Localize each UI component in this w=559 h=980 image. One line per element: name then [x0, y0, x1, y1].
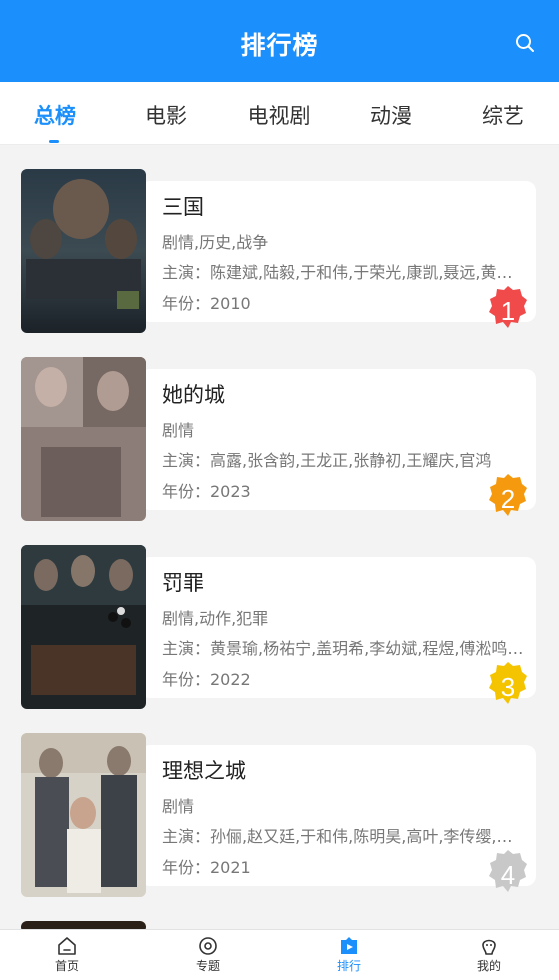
nav-topics-label: 专题 [195, 959, 220, 973]
item-title: 理想之城 [162, 759, 246, 783]
nav-home-label: 首页 [54, 959, 79, 973]
home-icon [58, 937, 76, 955]
rank-icon [341, 937, 357, 954]
item-title: 罚罪 [162, 571, 204, 595]
poster-image [21, 169, 146, 333]
nav-home[interactable]: 首页 [17, 936, 117, 974]
rank-badge: 3 [488, 660, 528, 708]
page-title: 排行榜 [240, 31, 319, 60]
topic-icon [199, 937, 217, 955]
list-item[interactable]: 她的城 剧情 主演：高露,张含韵,王龙正,张静初,王耀庆,官鸿 年份：2023 … [0, 357, 559, 527]
poster-image [21, 545, 146, 709]
poster-image [21, 733, 146, 897]
nav-profile[interactable]: 我的 [439, 936, 539, 974]
app-header: 排行榜 [0, 0, 559, 82]
category-tabs: 总榜 电影 电视剧 动漫 综艺 [0, 82, 559, 145]
tab-movies[interactable]: 电影 [111, 100, 221, 130]
rank-number: 1 [500, 296, 516, 326]
rank-badge: 2 [488, 472, 528, 520]
list-item[interactable]: 理想之城 剧情 主演：孙俪,赵又廷,于和伟,陈明昊,高叶,李传缨,… 年份：20… [0, 733, 559, 903]
item-cast: 主演：孙俪,赵又廷,于和伟,陈明昊,高叶,李传缨,… [162, 827, 513, 846]
nav-topics[interactable]: 专题 [158, 936, 258, 974]
item-title: 三国 [162, 195, 204, 219]
nav-rank-label: 排行 [336, 959, 361, 973]
item-year: 年份：2010 [162, 294, 251, 313]
item-genre: 剧情 [162, 421, 195, 440]
item-title: 她的城 [162, 383, 225, 407]
tab-anime[interactable]: 动漫 [336, 100, 446, 130]
bottom-nav: 首页 专题 排行 我的 [0, 929, 559, 980]
poster-image [21, 357, 146, 521]
nav-profile-label: 我的 [476, 959, 501, 973]
profile-icon [482, 939, 496, 955]
list-item[interactable]: 三国 剧情,历史,战争 主演：陈建斌,陆毅,于和伟,于荣光,康凯,聂远,黄… 年… [0, 169, 559, 339]
search-icon[interactable] [515, 33, 535, 53]
rank-badge: 1 [488, 284, 528, 332]
item-year: 年份：2023 [162, 482, 251, 501]
item-year: 年份：2021 [162, 858, 251, 877]
item-cast: 主演：陈建斌,陆毅,于和伟,于荣光,康凯,聂远,黄… [162, 263, 513, 282]
item-cast: 主演：黄景瑜,杨祐宁,盖玥希,李幼斌,程煜,傅淞鸣… [162, 639, 524, 658]
rank-number: 3 [500, 672, 516, 702]
item-cast: 主演：高露,张含韵,王龙正,张静初,王耀庆,官鸿 [162, 451, 492, 470]
item-genre: 剧情,历史,战争 [162, 233, 269, 252]
tab-overall[interactable]: 总榜 [0, 100, 110, 130]
rank-badge: 4 [488, 848, 528, 896]
item-year: 年份：2022 [162, 670, 251, 689]
active-tab-indicator [49, 140, 59, 143]
item-genre: 剧情,动作,犯罪 [162, 609, 269, 628]
item-genre: 剧情 [162, 797, 195, 816]
tab-tv-series[interactable]: 电视剧 [224, 100, 334, 130]
tab-variety[interactable]: 综艺 [448, 100, 558, 130]
rank-number: 2 [500, 484, 516, 514]
nav-rank[interactable]: 排行 [299, 936, 399, 974]
list-item[interactable]: 罚罪 剧情,动作,犯罪 主演：黄景瑜,杨祐宁,盖玥希,李幼斌,程煜,傅淞鸣… 年… [0, 545, 559, 715]
rank-number: 4 [500, 860, 516, 890]
